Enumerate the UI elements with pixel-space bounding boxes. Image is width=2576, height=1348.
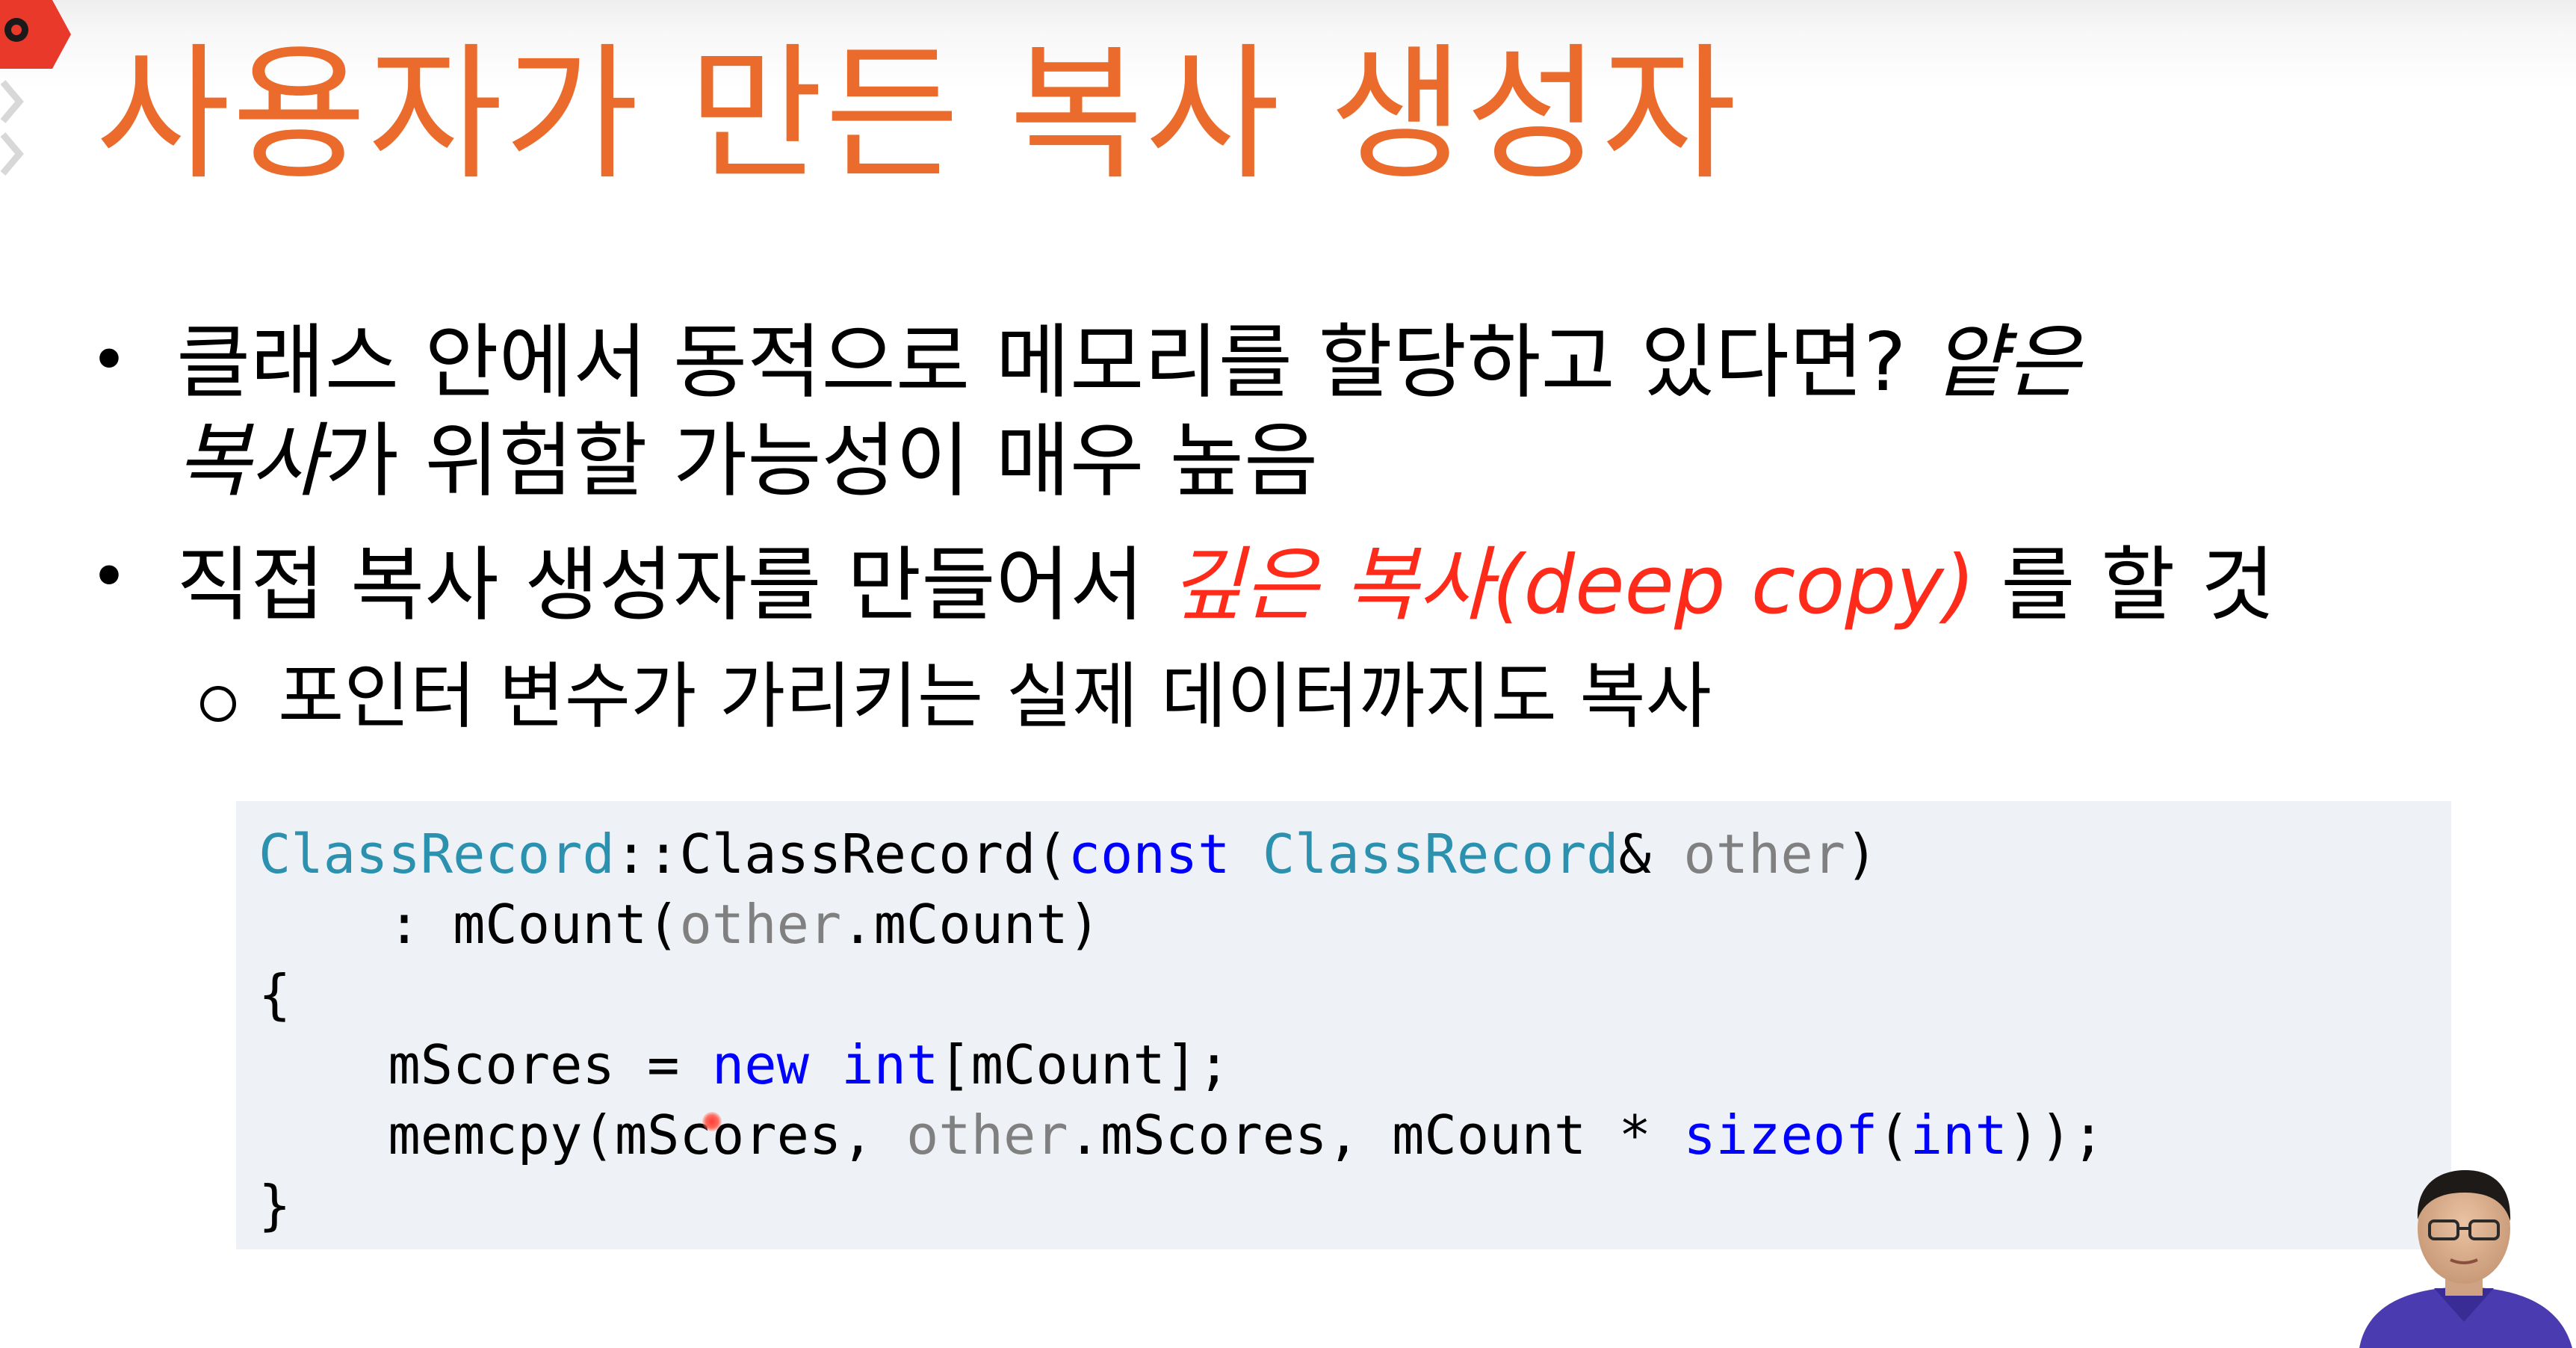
code-token: .mCount) [841, 893, 1101, 956]
bullet-2-ending: 를 할 것 [1975, 539, 2276, 632]
bullet-1-line-1: 클래스 안에서 동적으로 메모리를 할당하고 있다면? 얕은 [176, 314, 2081, 412]
code-token: )); [2007, 1104, 2105, 1166]
code-line-4: mScores = new int[mCount]; [258, 1030, 1230, 1100]
code-token: new [711, 1033, 809, 1096]
bullet-dot-icon: • [90, 321, 129, 398]
bullet-dot-icon: • [90, 538, 129, 615]
bullet-2-text: 직접 복사 생성자를 만들어서 [176, 539, 1170, 632]
code-token: int [1910, 1104, 2007, 1166]
code-line-5: memcpy(mScores, other.mScores, mCount * … [258, 1100, 2105, 1170]
code-token: other [679, 893, 842, 956]
code-token: ::ClassRecord( [614, 823, 1068, 885]
bullet-1-text: 클래스 안에서 동적으로 메모리를 할당하고 있다면? [176, 316, 1932, 409]
code-line-1: ClassRecord::ClassRecord(const ClassReco… [258, 819, 1877, 889]
code-token: const [1068, 823, 1230, 885]
slide-title: 사용자가 만든 복사 생성자 [96, 30, 1739, 200]
presenter-avatar [2359, 1170, 2572, 1348]
bullet-1-continuation: 가 위험할 가능성이 매우 높음 [324, 415, 1319, 508]
code-token: mScores = [258, 1033, 712, 1096]
code-token: sizeof [1683, 1104, 1878, 1166]
code-token: ClassRecord [1262, 823, 1619, 885]
laser-pointer-cursor [702, 1112, 722, 1131]
code-token: ) [1845, 823, 1878, 885]
code-token: & [1618, 823, 1684, 885]
code-token: .mScores, mCount * [1068, 1104, 1684, 1166]
bullet-2-line: 직접 복사 생성자를 만들어서 깊은 복사(deep copy) 를 할 것 [176, 537, 2275, 635]
copy-text: 복사 [176, 415, 325, 508]
code-line-3: { [258, 959, 291, 1030]
code-token: [mCount]; [938, 1033, 1230, 1096]
code-token: ClassRecord [258, 823, 615, 885]
deep-copy-emphasis: 깊은 복사(deep copy) [1169, 539, 1975, 632]
code-line-6: } [258, 1170, 291, 1240]
code-block: ClassRecord::ClassRecord(const ClassReco… [236, 801, 2451, 1249]
code-token: : mCount( [258, 893, 680, 956]
code-token: int [841, 1033, 939, 1096]
bullet-1-line-2: 복사가 위험할 가능성이 매우 높음 [176, 412, 1318, 511]
code-token: { [258, 963, 291, 1026]
code-token: memcpy(mScores, [258, 1104, 906, 1166]
chevron-right-icon[interactable] [0, 69, 25, 196]
shallow-text: 얕은 [1931, 316, 2081, 409]
code-token: ( [1877, 1104, 1910, 1166]
code-line-2: : mCount(other.mCount) [258, 889, 1100, 959]
code-token: other [905, 1104, 1068, 1166]
sub-bullet: 포인터 변수가 가리키는 실제 데이터까지도 복사 [278, 655, 1712, 738]
code-token: } [258, 1174, 291, 1237]
presentation-slide: 사용자가 만든 복사 생성자 • 클래스 안에서 동적으로 메모리를 할당하고 … [0, 0, 2576, 1348]
hollow-circle-icon [200, 686, 236, 722]
red-play-badge-icon [0, 0, 71, 69]
code-token: other [1683, 823, 1846, 885]
